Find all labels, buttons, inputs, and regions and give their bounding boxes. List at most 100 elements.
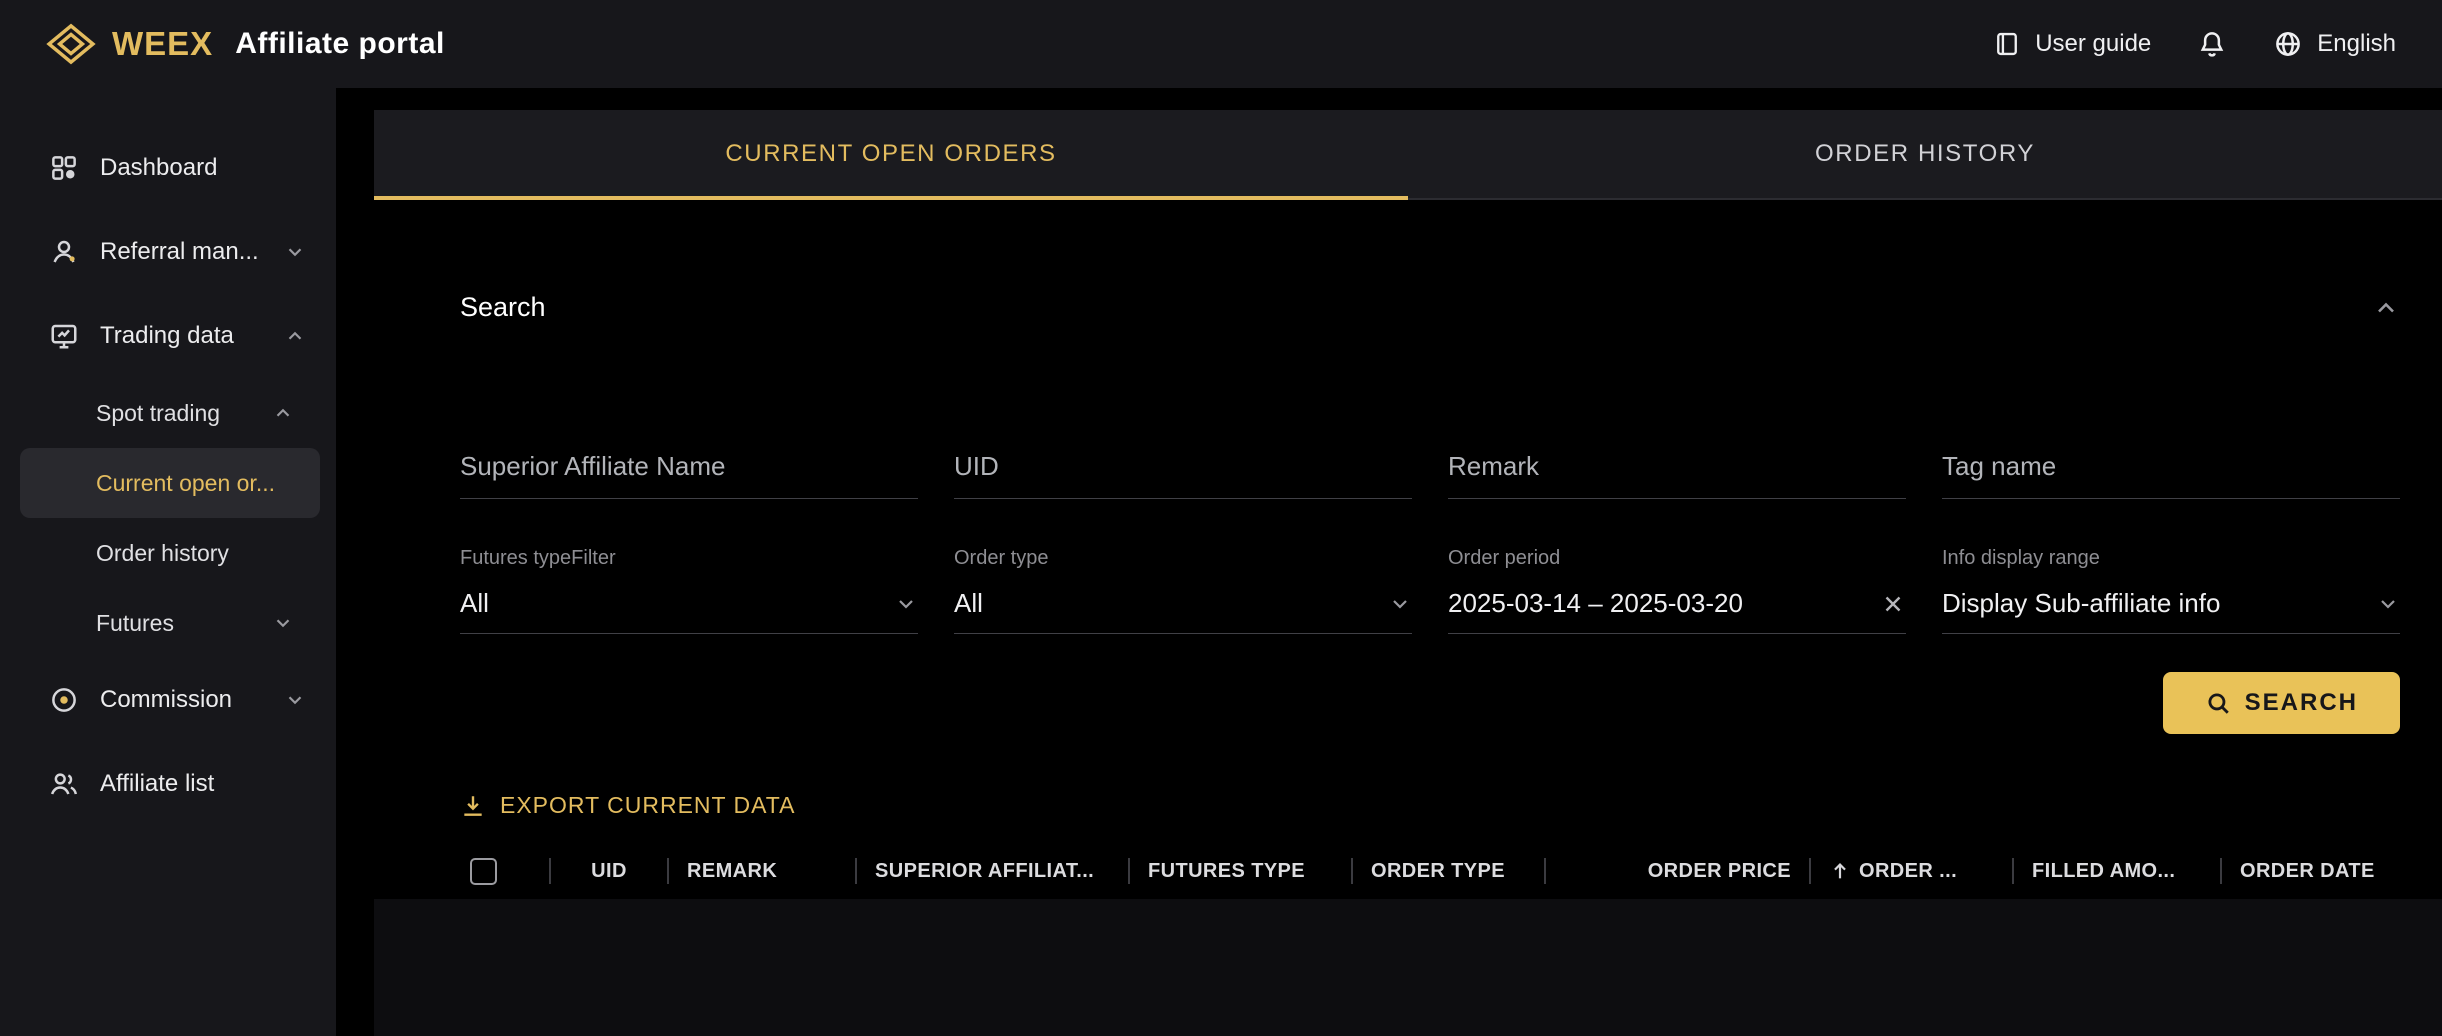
table-body-empty [374, 899, 2442, 1036]
order-type-label: Order type [954, 547, 1412, 570]
column-header-order-price: ORDER PRICE [1601, 860, 1791, 883]
chevron-down-icon [2376, 592, 2400, 616]
sidebar-item-referral-management[interactable]: Referral man... [0, 210, 336, 294]
column-divider [549, 858, 551, 884]
superior-affiliate-name-field-wrap [460, 451, 918, 499]
sidebar-item-label: Order history [96, 540, 294, 567]
sidebar-item-commission[interactable]: Commission [0, 658, 336, 742]
export-current-data-button[interactable]: EXPORT CURRENT DATA [460, 792, 795, 819]
column-header-uid: UID [569, 860, 649, 883]
futures-type-value: All [460, 588, 489, 619]
order-period-value: 2025-03-14 – 2025-03-20 [1448, 588, 1743, 619]
notifications-button[interactable] [2197, 29, 2227, 59]
page-title: Affiliate portal [235, 27, 445, 61]
topbar: WEEX Affiliate portal User guide [0, 0, 2442, 88]
chevron-down-icon [1388, 592, 1412, 616]
collapse-search-button[interactable] [2372, 294, 2400, 322]
column-divider [1544, 858, 1546, 884]
column-divider [855, 858, 857, 884]
sidebar-item-label: Spot trading [96, 400, 272, 427]
order-type-value: All [954, 588, 983, 619]
people-icon [48, 768, 80, 800]
sort-ascending-icon[interactable] [1829, 860, 1851, 882]
sidebar-item-futures[interactable]: Futures [20, 588, 320, 658]
order-period-field-wrap: Order period 2025-03-14 – 2025-03-20 [1448, 547, 1906, 634]
globe-icon [2273, 29, 2303, 59]
user-guide-label: User guide [2035, 30, 2151, 58]
column-divider [667, 858, 669, 884]
language-selector[interactable]: English [2273, 29, 2396, 59]
download-icon [460, 793, 486, 819]
column-header-futures-type: FUTURES TYPE [1148, 860, 1333, 883]
language-label: English [2317, 30, 2396, 58]
sidebar-item-dashboard[interactable]: Dashboard [0, 126, 336, 210]
search-button[interactable]: SEARCH [2163, 672, 2400, 734]
bell-icon [2197, 29, 2227, 59]
order-period-label: Order period [1448, 547, 1906, 570]
select-all-checkbox[interactable] [470, 858, 497, 885]
filter-grid: Futures typeFilter All Order type All [460, 451, 2400, 634]
column-header-order-type: ORDER TYPE [1371, 860, 1526, 883]
order-period-picker[interactable]: 2025-03-14 – 2025-03-20 [1448, 588, 1906, 634]
export-label: EXPORT CURRENT DATA [500, 792, 795, 819]
book-icon [1993, 30, 2021, 58]
sidebar: Dashboard Referral man... [0, 88, 336, 1036]
sidebar-item-label: Dashboard [100, 154, 306, 182]
monitor-chart-icon [48, 320, 80, 352]
info-display-range-select[interactable]: Display Sub-affiliate info [1942, 588, 2400, 634]
column-header-order-date: ORDER DATE [2240, 860, 2400, 883]
chevron-down-icon [272, 612, 294, 634]
person-icon [48, 236, 80, 268]
sidebar-item-order-history[interactable]: Order history [20, 518, 320, 588]
superior-affiliate-name-input[interactable] [460, 451, 918, 499]
tag-name-field-wrap [1942, 451, 2400, 499]
column-divider [1128, 858, 1130, 884]
column-divider [2012, 858, 2014, 884]
column-header-order-amount-label: ORDER ... [1859, 860, 1957, 883]
tag-name-input[interactable] [1942, 451, 2400, 499]
current-open-orders-panel: Search [374, 200, 2442, 1036]
column-divider [1351, 858, 1353, 884]
uid-input[interactable] [954, 451, 1412, 499]
uid-field-wrap [954, 451, 1412, 499]
user-guide-button[interactable]: User guide [1993, 30, 2151, 58]
weex-logo-icon [46, 23, 96, 65]
info-display-range-field-wrap: Info display range Display Sub-affiliate… [1942, 547, 2400, 634]
brand-name: WEEX [112, 25, 213, 63]
order-type-select[interactable]: All [954, 588, 1412, 634]
sidebar-item-label: Futures [96, 610, 272, 637]
coin-icon [48, 684, 80, 716]
futures-type-field-wrap: Futures typeFilter All [460, 547, 918, 634]
sidebar-item-label: Commission [100, 686, 264, 714]
remark-field-wrap [1448, 451, 1906, 499]
column-header-filled-amount: FILLED AMO... [2032, 860, 2202, 883]
tab-order-history[interactable]: ORDER HISTORY [1408, 110, 2442, 198]
futures-type-label: Futures typeFilter [460, 547, 918, 570]
sidebar-item-trading-data[interactable]: Trading data [0, 294, 336, 378]
brand[interactable]: WEEX [46, 23, 213, 65]
sidebar-item-spot-trading[interactable]: Spot trading [20, 378, 320, 448]
tab-current-open-orders[interactable]: CURRENT OPEN ORDERS [374, 110, 1408, 198]
search-button-label: SEARCH [2245, 689, 2358, 717]
sidebar-item-label: Affiliate list [100, 770, 306, 798]
remark-input[interactable] [1448, 451, 1906, 499]
info-display-range-value: Display Sub-affiliate info [1942, 588, 2220, 619]
order-type-field-wrap: Order type All [954, 547, 1412, 634]
column-divider [1809, 858, 1811, 884]
chevron-down-icon [284, 241, 306, 263]
tabbar: CURRENT OPEN ORDERS ORDER HISTORY [374, 110, 2442, 200]
sidebar-item-label: Current open or... [96, 470, 294, 497]
chevron-down-icon [894, 592, 918, 616]
chevron-up-icon [284, 325, 306, 347]
sidebar-item-affiliate-list[interactable]: Affiliate list [0, 742, 336, 826]
sidebar-item-label: Trading data [100, 322, 264, 350]
futures-type-select[interactable]: All [460, 588, 918, 634]
column-header-superior-affiliate: SUPERIOR AFFILIAT... [875, 860, 1110, 883]
sidebar-item-label: Referral man... [100, 238, 264, 266]
chevron-down-icon [284, 689, 306, 711]
column-header-order-amount: ORDER ... [1829, 860, 1994, 883]
dashboard-grid-icon [48, 152, 80, 184]
sidebar-item-current-open-orders[interactable]: Current open or... [20, 448, 320, 518]
search-section-title: Search [460, 292, 546, 323]
clear-date-icon[interactable] [1880, 591, 1906, 617]
